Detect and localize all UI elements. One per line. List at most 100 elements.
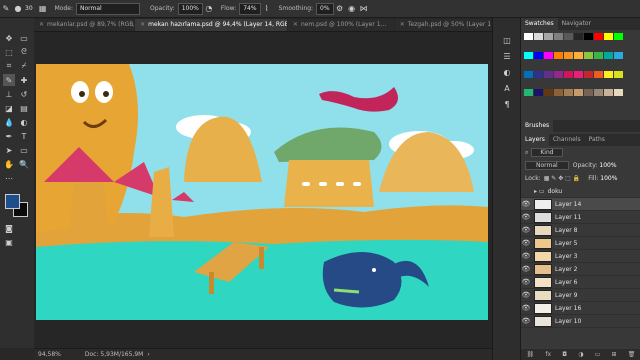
tab-mekan-hazirlama[interactable]: ✕ mekan hazırlama.psd @ 94,4% (Layer 14, … bbox=[135, 19, 287, 31]
brush-preset-picker[interactable]: ● bbox=[12, 3, 24, 15]
layer-opacity-input[interactable]: 100% bbox=[599, 162, 616, 169]
layer-row-14[interactable]: 👁 Layer 14 bbox=[521, 198, 640, 211]
mask-icon[interactable]: ◘ bbox=[562, 351, 567, 358]
swatch[interactable] bbox=[594, 70, 603, 78]
artboard-tool-icon[interactable]: ▭ bbox=[18, 32, 30, 44]
swatch[interactable] bbox=[524, 89, 533, 97]
close-icon[interactable]: ✕ bbox=[400, 19, 405, 31]
swatch[interactable] bbox=[554, 70, 563, 78]
swatch[interactable] bbox=[614, 33, 623, 40]
eye-icon[interactable]: 👁 bbox=[521, 252, 531, 260]
layer-row-5[interactable]: 👁 Layer 5 bbox=[521, 237, 640, 250]
swatch[interactable] bbox=[554, 51, 563, 59]
swatch[interactable] bbox=[544, 51, 553, 59]
history-panel-icon[interactable]: ◫ bbox=[501, 34, 513, 46]
swatch[interactable] bbox=[524, 51, 533, 59]
gradient-tool-icon[interactable]: ▤ bbox=[18, 102, 30, 114]
swatch[interactable] bbox=[604, 33, 613, 40]
stamp-tool-icon[interactable]: ⊥ bbox=[3, 88, 15, 100]
close-icon[interactable]: ✕ bbox=[140, 19, 145, 31]
layer-row-10[interactable]: 👁 Layer 10 bbox=[521, 315, 640, 328]
link-icon[interactable]: ⛓ bbox=[527, 351, 535, 358]
history-brush-icon[interactable]: ↺ bbox=[18, 88, 30, 100]
swatch[interactable] bbox=[614, 70, 623, 78]
swatch[interactable] bbox=[574, 51, 583, 59]
swatch[interactable] bbox=[564, 51, 573, 59]
layer-row-11[interactable]: 👁 Layer 11 bbox=[521, 211, 640, 224]
blend-mode-select[interactable]: Normal bbox=[525, 161, 569, 170]
tab-brushes[interactable]: Brushes bbox=[521, 120, 554, 132]
blur-tool-icon[interactable]: 💧 bbox=[3, 116, 15, 128]
swatch[interactable] bbox=[604, 51, 613, 59]
layer-row-16[interactable]: 👁 Layer 16 bbox=[521, 302, 640, 315]
swatch[interactable] bbox=[584, 89, 593, 97]
swatch[interactable] bbox=[534, 89, 543, 97]
quick-mask-icon[interactable]: ◙ bbox=[3, 222, 15, 234]
eye-icon[interactable]: 👁 bbox=[521, 213, 531, 221]
mode-select[interactable]: Normal bbox=[76, 2, 141, 15]
adjustment-layer-icon[interactable]: ◑ bbox=[578, 351, 583, 358]
eye-icon[interactable]: 👁 bbox=[521, 239, 531, 247]
paragraph-panel-icon[interactable]: ¶ bbox=[501, 98, 513, 110]
swatch[interactable] bbox=[564, 70, 573, 78]
layer-row-8[interactable]: 👁 Layer 8 bbox=[521, 224, 640, 237]
swatch[interactable] bbox=[594, 89, 603, 97]
kind-filter-select[interactable]: Kind bbox=[531, 148, 563, 157]
adjustments-panel-icon[interactable]: ◐ bbox=[501, 66, 513, 78]
brush-panel-toggle-icon[interactable]: ▦ bbox=[37, 3, 49, 15]
eye-icon[interactable]: 👁 bbox=[521, 226, 531, 234]
pen-tool-icon[interactable]: ✒ bbox=[3, 130, 15, 142]
swatch[interactable] bbox=[534, 70, 543, 78]
canvas-area[interactable] bbox=[34, 32, 492, 348]
pressure-size-icon[interactable]: ◉ bbox=[346, 3, 358, 15]
tab-swatches[interactable]: Swatches bbox=[521, 18, 558, 30]
swatch[interactable] bbox=[534, 33, 543, 40]
brush-tool-icon[interactable]: ✎ bbox=[0, 3, 12, 15]
close-icon[interactable]: ✕ bbox=[39, 19, 44, 31]
swatch[interactable] bbox=[564, 33, 573, 40]
trash-icon[interactable]: 🗑 bbox=[628, 351, 636, 358]
swatch[interactable] bbox=[604, 70, 613, 78]
swatch[interactable] bbox=[574, 70, 583, 78]
zoom-tool-icon[interactable]: 🔍 bbox=[18, 158, 30, 170]
swatch[interactable] bbox=[594, 51, 603, 59]
eraser-tool-icon[interactable]: ◪ bbox=[3, 102, 15, 114]
crop-tool-icon[interactable]: ⌗ bbox=[3, 60, 15, 72]
brush-tool-button[interactable]: ✎ bbox=[3, 74, 15, 86]
character-panel-icon[interactable]: A bbox=[501, 82, 513, 94]
eye-icon[interactable]: 👁 bbox=[521, 291, 531, 299]
lasso-tool-icon[interactable]: ᘓ bbox=[18, 46, 30, 58]
new-group-icon[interactable]: ▭ bbox=[595, 351, 601, 358]
swatch[interactable] bbox=[584, 33, 593, 40]
swatch[interactable] bbox=[574, 33, 583, 40]
fill-input[interactable]: 100% bbox=[600, 175, 617, 182]
swatch[interactable] bbox=[554, 89, 563, 97]
tab-mekanlar[interactable]: ✕mekanlar.psd @ 89,7% (RGB/8) * bbox=[34, 19, 135, 31]
swatch[interactable] bbox=[564, 89, 573, 97]
tab-layers[interactable]: Layers bbox=[521, 134, 549, 146]
shape-tool-icon[interactable]: ▭ bbox=[18, 144, 30, 156]
dodge-tool-icon[interactable]: ◐ bbox=[18, 116, 30, 128]
move-tool-icon[interactable]: ✥ bbox=[3, 32, 15, 44]
foreground-color-swatch[interactable] bbox=[5, 194, 20, 209]
eye-icon[interactable]: 👁 bbox=[521, 317, 531, 325]
flow-input[interactable]: 74% bbox=[239, 2, 261, 15]
eye-icon[interactable]: 👁 bbox=[521, 265, 531, 273]
smoothing-input[interactable]: 0% bbox=[316, 2, 334, 15]
swatch[interactable] bbox=[574, 89, 583, 97]
swatch[interactable] bbox=[544, 33, 553, 40]
healing-tool-icon[interactable]: ✚ bbox=[18, 74, 30, 86]
tab-navigator[interactable]: Navigator bbox=[558, 18, 595, 30]
swatch[interactable] bbox=[614, 51, 623, 59]
eye-icon[interactable]: 👁 bbox=[521, 278, 531, 286]
layer-row-9[interactable]: 👁 Layer 9 bbox=[521, 289, 640, 302]
symmetry-icon[interactable]: ⋈ bbox=[358, 3, 370, 15]
artwork-canvas[interactable] bbox=[34, 32, 492, 348]
tab-tezgah[interactable]: ✕ Tezgah.psd @ 50% (Layer 1... bbox=[394, 19, 491, 31]
layer-row-2[interactable]: 👁 Layer 2 bbox=[521, 263, 640, 276]
layer-row-doku[interactable]: ▸ ▭ doku bbox=[521, 185, 640, 198]
airbrush-icon[interactable]: ⌇ bbox=[261, 3, 273, 15]
swatch-grid[interactable] bbox=[521, 30, 635, 110]
layer-row-3[interactable]: 👁 Layer 3 bbox=[521, 250, 640, 263]
path-select-icon[interactable]: ➤ bbox=[3, 144, 15, 156]
